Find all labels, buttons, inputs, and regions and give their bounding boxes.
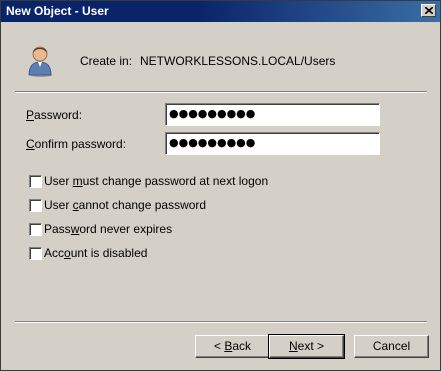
cancel-button[interactable]: Cancel [354, 335, 429, 358]
label-part: Acc [44, 246, 65, 260]
label-part: User [44, 198, 73, 212]
label-part: User [44, 174, 73, 188]
back-prefix: < [213, 339, 225, 353]
label-accel: o [64, 246, 71, 260]
password-never-expires-checkbox[interactable] [29, 223, 42, 236]
confirm-password-input[interactable]: ●●●●●●●●● [165, 132, 380, 155]
cannot-change-password-checkbox[interactable] [29, 199, 42, 212]
new-object-user-dialog: New Object - User Create in: NETWORKLESS… [0, 0, 441, 371]
confirm-password-value: ●●●●●●●●● [169, 136, 256, 149]
label-part: ust change password at next logon [82, 174, 269, 188]
password-never-expires-label: Password never expires [44, 222, 172, 236]
password-value: ●●●●●●●●● [169, 107, 256, 120]
back-button[interactable]: < Back [195, 335, 270, 358]
password-label-accel: P [26, 108, 35, 122]
close-button[interactable] [421, 4, 436, 17]
cannot-change-password-label: User cannot change password [44, 198, 206, 212]
account-disabled-label: Account is disabled [44, 246, 147, 260]
must-change-password-checkbox[interactable] [29, 175, 42, 188]
next-rest: ext > [297, 339, 325, 353]
next-button[interactable]: Next > [268, 334, 345, 359]
close-icon [425, 7, 433, 14]
must-change-password-label: User must change password at next logon [44, 174, 268, 188]
account-disabled-checkbox[interactable] [29, 247, 42, 260]
create-in-label: Create in: [80, 54, 133, 68]
create-in-path: NETWORKLESSONS.LOCAL/Users [140, 54, 336, 68]
password-label-rest: assword: [34, 108, 83, 122]
window-title: New Object - User [6, 4, 109, 18]
next-accel: N [288, 339, 298, 353]
confirm-label-accel: C [26, 137, 35, 151]
label-part: annot change password [78, 198, 207, 212]
footer-separator [15, 321, 427, 323]
title-bar[interactable]: New Object - User [1, 1, 440, 22]
label-part: unt is disabled [70, 246, 148, 260]
back-rest: ack [232, 339, 252, 353]
password-label: Password: [26, 108, 82, 122]
confirm-password-label: Confirm password: [26, 137, 126, 151]
confirm-label-rest: onfirm password: [34, 137, 127, 151]
label-accel: m [72, 174, 83, 188]
user-icon [28, 46, 52, 77]
label-part: Pass [44, 222, 71, 236]
label-part: ord never expires [79, 222, 173, 236]
header-separator [15, 91, 427, 93]
password-input[interactable]: ●●●●●●●●● [165, 103, 380, 126]
